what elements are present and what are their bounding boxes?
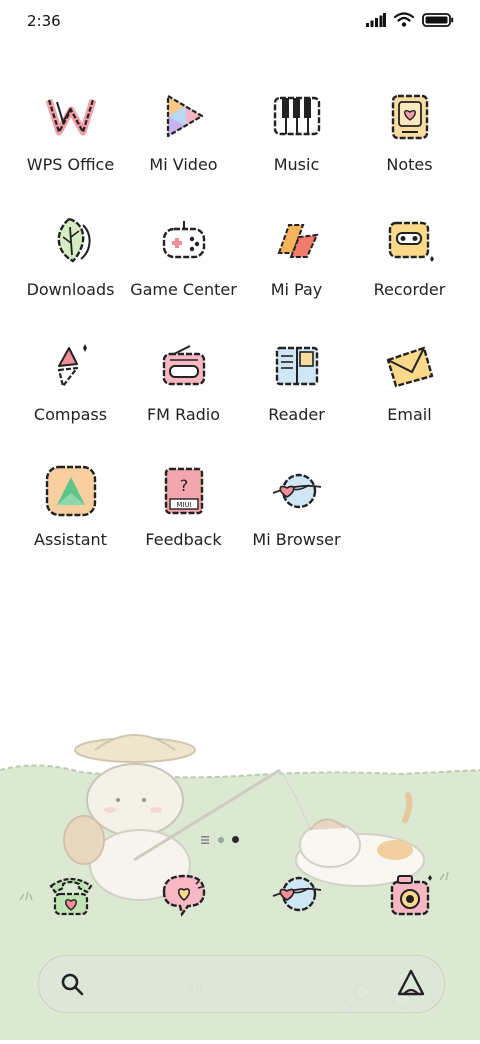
messages-icon [152, 862, 216, 926]
page-indicator[interactable] [200, 830, 239, 849]
fm-radio-icon [152, 336, 216, 395]
search-icon[interactable] [59, 971, 85, 1001]
recorder-icon [378, 211, 442, 270]
app-mi-browser[interactable]: Mi Browser [240, 461, 353, 549]
wps-office-icon [39, 86, 103, 145]
game-center-icon [152, 211, 216, 270]
app-fm-radio[interactable]: FM Radio [127, 336, 240, 424]
status-bar: 2:36 [0, 0, 480, 44]
app-label: Reader [268, 405, 325, 424]
app-label: Recorder [373, 280, 446, 299]
mi-video-icon [152, 86, 216, 145]
dock [14, 862, 466, 926]
status-time: 2:36 [27, 12, 61, 30]
app-label: Feedback [145, 530, 222, 549]
browser-icon [265, 862, 329, 926]
page-dot [218, 836, 224, 843]
dock-messages[interactable] [127, 862, 240, 926]
app-notes[interactable]: Notes [353, 86, 466, 174]
app-downloads[interactable]: Downloads [14, 211, 127, 299]
app-label: Mi Pay [270, 280, 323, 299]
app-label: Mi Browser [252, 530, 341, 549]
app-wps-office[interactable]: WPS Office [14, 86, 127, 174]
app-label: Compass [33, 405, 108, 424]
signal-icon [366, 12, 386, 31]
compass-icon [39, 336, 103, 395]
app-mi-video[interactable]: Mi Video [127, 86, 240, 174]
app-game-center[interactable]: Game Center [127, 211, 240, 299]
dock-browser[interactable] [240, 862, 353, 926]
app-label: Game Center [130, 280, 237, 299]
page-dot-active [232, 836, 239, 843]
dock-camera[interactable] [353, 862, 466, 926]
assistant-triangle-icon[interactable] [396, 968, 426, 1002]
search-bar[interactable] [38, 955, 445, 1013]
app-label: Downloads [26, 280, 115, 299]
app-compass[interactable]: Compass [14, 336, 127, 424]
app-label: Email [387, 405, 432, 424]
app-music[interactable]: Music [240, 86, 353, 174]
downloads-icon [39, 211, 103, 270]
page-list-indicator [200, 830, 210, 849]
app-label: FM Radio [146, 405, 221, 424]
app-label: Music [273, 155, 320, 174]
app-label: Assistant [34, 530, 107, 549]
app-label: Mi Video [149, 155, 218, 174]
app-label: Notes [386, 155, 433, 174]
app-reader[interactable]: Reader [240, 336, 353, 424]
app-label: WPS Office [26, 155, 115, 174]
svg-text:?: ? [179, 476, 188, 495]
assistant-icon [39, 461, 103, 520]
reader-icon [265, 336, 329, 395]
status-icons [366, 12, 454, 31]
camera-icon [378, 862, 442, 926]
app-grid: WPS Office Mi Video Music Notes Download… [14, 86, 466, 549]
dock-phone[interactable] [14, 862, 127, 926]
phone-icon [39, 862, 103, 926]
app-email[interactable]: Email [353, 336, 466, 424]
app-recorder[interactable]: Recorder [353, 211, 466, 299]
app-feedback[interactable]: ? MIUI Feedback [127, 461, 240, 549]
mi-browser-icon [265, 461, 329, 520]
feedback-icon: ? MIUI [152, 461, 216, 520]
battery-icon [422, 12, 454, 31]
notes-icon [378, 86, 442, 145]
svg-text:MIUI: MIUI [176, 501, 191, 509]
app-mi-pay[interactable]: Mi Pay [240, 211, 353, 299]
music-icon [265, 86, 329, 145]
email-icon [378, 336, 442, 395]
mi-pay-icon [265, 211, 329, 270]
wifi-icon [393, 12, 415, 31]
app-assistant[interactable]: Assistant [14, 461, 127, 549]
